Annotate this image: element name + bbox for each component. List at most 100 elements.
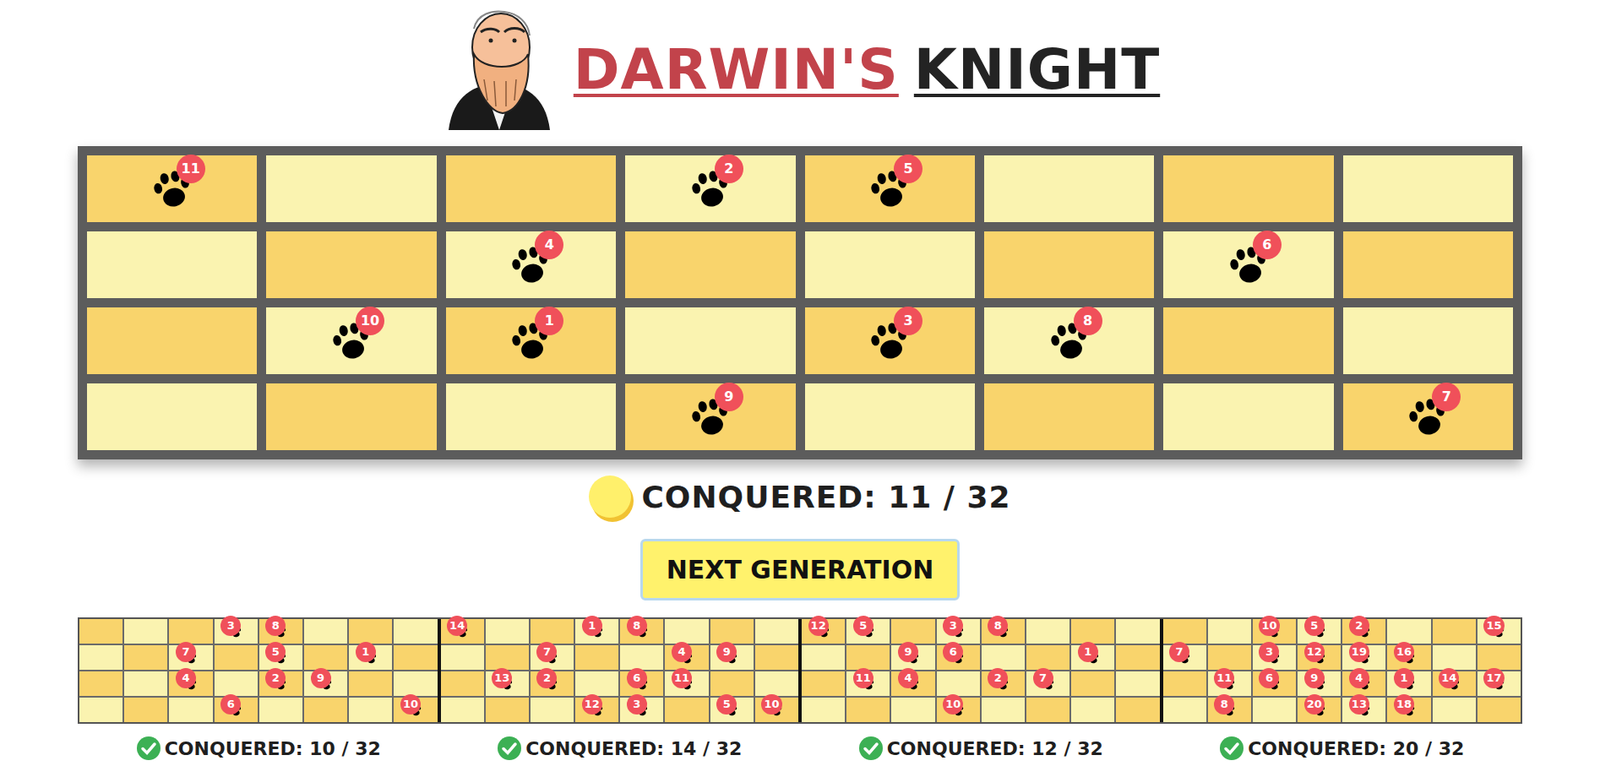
mini-cell (393, 619, 437, 644)
mini-cell: 7 (530, 645, 574, 670)
board-cell[interactable] (1163, 383, 1334, 451)
knight-piece: 14 (455, 625, 469, 639)
board-cell[interactable] (625, 307, 795, 375)
step-badge: 6 (1252, 230, 1282, 260)
step-badge: 4 (671, 642, 692, 663)
step-badge: 9 (310, 668, 332, 689)
step-badge: 5 (853, 615, 874, 637)
step-badge: 6 (1258, 668, 1279, 689)
mini-cell: 1 (1071, 645, 1115, 670)
board-cell[interactable] (87, 383, 257, 451)
step-badge: 5 (893, 154, 923, 184)
knight-piece: 2 (995, 677, 1010, 692)
knight-piece: 10 (329, 319, 374, 364)
mini-cell: 12 (1297, 645, 1341, 670)
mini-cell (846, 697, 890, 723)
knight-piece: 4 (906, 677, 920, 692)
mini-cell: 9 (1297, 671, 1341, 697)
board-cell[interactable]: 10 (266, 307, 436, 375)
knight-piece: 8 (1047, 319, 1092, 364)
board-cell[interactable] (1163, 155, 1334, 223)
history-label-text: CONQUERED: 10 / 32 (164, 738, 381, 760)
mini-cell: 3 (620, 697, 664, 723)
mini-cell (1252, 697, 1296, 723)
board-cell[interactable] (984, 155, 1154, 223)
board-cell[interactable] (446, 155, 616, 223)
board-cell[interactable]: 11 (87, 155, 257, 223)
board-cell[interactable]: 4 (446, 231, 616, 299)
board-cell[interactable] (266, 383, 436, 451)
step-badge: 2 (714, 154, 744, 184)
step-badge: 7 (1033, 668, 1054, 689)
board-cell[interactable]: 2 (625, 155, 795, 223)
mini-cell: 8 (981, 619, 1025, 644)
knight-piece: 3 (951, 625, 965, 639)
step-badge: 1 (534, 306, 564, 336)
knight-piece: 4 (680, 651, 694, 665)
step-badge: 11 (671, 668, 692, 689)
board-cell[interactable] (625, 231, 795, 299)
board-cell[interactable] (1343, 231, 1513, 299)
step-badge: 5 (265, 642, 286, 663)
mini-cell: 1 (1387, 671, 1431, 697)
knight-piece: 6 (228, 703, 243, 718)
step-badge: 2 (265, 668, 286, 689)
step-badge: 20 (1304, 694, 1325, 715)
board-cell[interactable]: 8 (984, 307, 1154, 375)
board-cell[interactable] (266, 231, 436, 299)
step-badge: 19 (1349, 642, 1370, 663)
mini-cell: 3 (214, 619, 258, 644)
mini-cell (1115, 671, 1160, 697)
board-cell[interactable]: 1 (446, 307, 616, 375)
mini-cell: 2 (259, 671, 303, 697)
mini-cell: 12 (575, 697, 619, 723)
board-cell[interactable]: 3 (805, 307, 975, 375)
step-badge: 6 (942, 642, 964, 663)
knight-piece: 12 (590, 703, 605, 718)
step-badge: 5 (1304, 615, 1325, 637)
board-cell[interactable]: 5 (805, 155, 975, 223)
board-cell[interactable] (1163, 307, 1334, 375)
mini-cell: 5 (1297, 619, 1341, 644)
step-badge: 7 (175, 642, 196, 663)
mini-cell: 5 (710, 697, 754, 723)
board-cell[interactable]: 6 (1163, 231, 1334, 299)
knight-piece: 6 (1226, 243, 1271, 288)
board-cell[interactable] (87, 231, 257, 299)
knight-piece: 11 (861, 677, 876, 692)
step-badge: 3 (626, 694, 648, 715)
mini-cell (801, 671, 845, 697)
board-cell[interactable]: 7 (1343, 383, 1513, 451)
mini-cell (981, 645, 1025, 670)
step-badge: 3 (1258, 642, 1279, 663)
step-badge: 10 (1258, 615, 1279, 637)
board-cell[interactable] (984, 231, 1154, 299)
knight-piece: 16 (1402, 651, 1416, 665)
step-badge: 10 (761, 694, 782, 715)
board-cell[interactable] (266, 155, 436, 223)
next-generation-button[interactable]: NEXT GENERATION (640, 538, 961, 601)
title-primary: DARWIN'S (573, 36, 899, 104)
history-labels: CONQUERED: 10 / 32CONQUERED: 14 / 32CONQ… (77, 735, 1523, 762)
knight-piece: 7 (184, 651, 198, 665)
board-cell[interactable] (984, 383, 1154, 451)
board-cell[interactable]: 9 (625, 383, 795, 451)
mini-cell (485, 645, 529, 670)
board-cell[interactable] (1343, 307, 1513, 375)
mini-cell: 14 (440, 619, 485, 644)
board-cell[interactable] (1343, 155, 1513, 223)
board-cell[interactable] (446, 383, 616, 451)
mini-cell (1387, 619, 1431, 644)
board-cell[interactable] (805, 231, 975, 299)
board-cell[interactable] (805, 383, 975, 451)
step-badge: 4 (1349, 668, 1370, 689)
mini-cell (1432, 619, 1476, 644)
mini-cell (755, 671, 799, 697)
step-badge: 4 (534, 230, 564, 260)
mini-cell (801, 645, 845, 670)
board-cell[interactable] (87, 307, 257, 375)
step-badge: 8 (987, 615, 1008, 637)
knight-piece: 3 (1267, 651, 1281, 665)
knight-piece: 10 (1267, 625, 1281, 639)
knight-piece: 8 (273, 625, 288, 639)
